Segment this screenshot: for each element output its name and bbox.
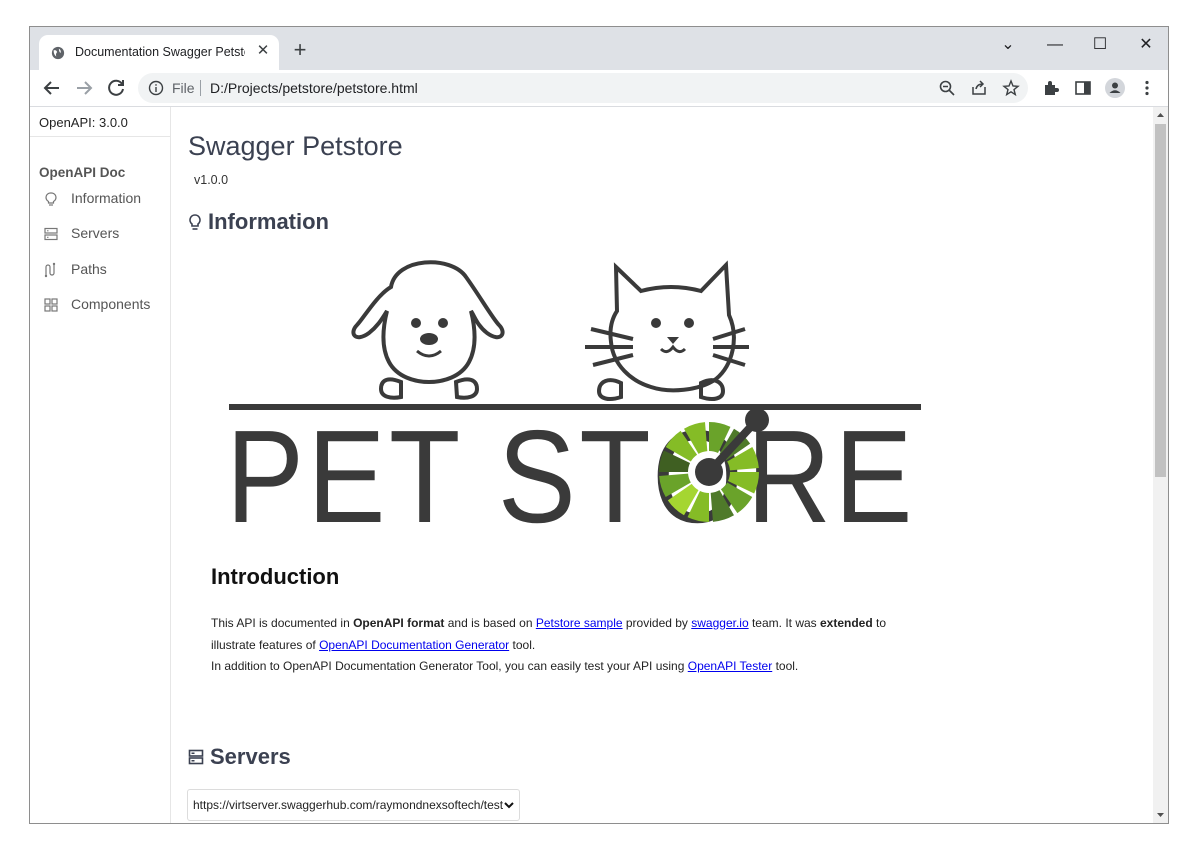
- lightbulb-icon: [45, 192, 57, 206]
- dog-illustration: [351, 260, 505, 400]
- scroll-up-icon[interactable]: [1153, 109, 1168, 121]
- browser-tab[interactable]: Documentation Swagger Petstore ✕: [39, 35, 279, 70]
- server-icon: [188, 749, 204, 765]
- url-text[interactable]: D:/Projects/petstore/petstore.html: [210, 80, 418, 96]
- share-icon[interactable]: [970, 79, 988, 97]
- lightbulb-icon: [189, 214, 201, 230]
- information-heading-text: Information: [208, 209, 329, 234]
- tab-search-button[interactable]: ⌄: [988, 31, 1028, 59]
- sidebar: OpenAPI: 3.0.0 OpenAPI Doc Information S…: [30, 107, 171, 823]
- page-title: Swagger Petstore: [188, 131, 403, 161]
- browser-window: Documentation Swagger Petstore ✕ + ⌄ — ☐…: [29, 26, 1169, 824]
- tab-close-button[interactable]: ✕: [253, 41, 273, 61]
- intro-text-3: provided by: [622, 616, 692, 630]
- servers-heading-text: Servers: [210, 744, 291, 769]
- server-icon: [44, 227, 58, 241]
- gauge-needle-tip: [745, 408, 769, 432]
- server-url: https://virtserver.swaggerhub.com/raymon…: [193, 798, 503, 812]
- intro-text-7: In addition to OpenAPI Documentation Gen…: [211, 659, 688, 673]
- browser-toolbar: File D:/Projects/petstore/petstore.html: [30, 70, 1168, 107]
- logo-text: PET STORE: [226, 403, 916, 527]
- sidebar-item-components[interactable]: Components: [30, 291, 170, 319]
- maximize-button[interactable]: ☐: [1080, 31, 1120, 59]
- new-tab-button[interactable]: +: [288, 39, 312, 63]
- information-heading: Information: [188, 209, 329, 235]
- vertical-scrollbar[interactable]: [1153, 107, 1168, 823]
- main-content: Swagger Petstore v1.0.0 Information PET …: [171, 107, 1153, 823]
- scroll-down-icon[interactable]: [1153, 809, 1168, 821]
- sidebar-heading: OpenAPI Doc: [39, 165, 126, 180]
- intro-text-6: tool.: [509, 637, 536, 652]
- globe-icon: [51, 46, 65, 60]
- openapi-tester-link[interactable]: OpenAPI Tester: [688, 659, 773, 673]
- swagger-io-link[interactable]: swagger.io: [691, 616, 748, 630]
- address-bar[interactable]: File D:/Projects/petstore/petstore.html: [138, 73, 1028, 103]
- sidebar-item-paths[interactable]: Paths: [30, 256, 170, 284]
- sidebar-item-label: Paths: [71, 261, 107, 277]
- petstore-sample-link[interactable]: Petstore sample: [536, 616, 623, 630]
- chevron-down-icon: [504, 802, 514, 809]
- servers-heading: Servers: [188, 744, 291, 770]
- petstore-logo: PET STORE: [226, 260, 921, 527]
- components-icon: [44, 298, 58, 312]
- zoom-icon[interactable]: [938, 79, 956, 97]
- tab-strip: Documentation Swagger Petstore ✕ + ⌄ — ☐…: [30, 27, 1168, 70]
- extensions-icon[interactable]: [1041, 78, 1061, 98]
- sidebar-item-label: Components: [71, 296, 151, 312]
- cat-face: [651, 318, 694, 344]
- close-window-button[interactable]: ✕: [1126, 31, 1166, 59]
- info-icon[interactable]: [148, 80, 164, 96]
- introduction-heading: Introduction: [211, 564, 340, 589]
- tab-title: Documentation Swagger Petstore: [75, 45, 245, 59]
- reload-icon[interactable]: [103, 75, 129, 101]
- paths-icon: [44, 262, 56, 278]
- dog-face: [411, 318, 448, 345]
- page-viewport: OpenAPI: 3.0.0 OpenAPI Doc Information S…: [30, 107, 1168, 823]
- scrollbar-thumb[interactable]: [1155, 124, 1166, 477]
- side-panel-icon[interactable]: [1073, 78, 1093, 98]
- sidebar-item-information[interactable]: Information: [30, 185, 170, 213]
- profile-icon[interactable]: [1105, 78, 1125, 98]
- intro-text-8: tool.: [772, 659, 799, 673]
- openapi-version: OpenAPI: 3.0.0: [39, 115, 128, 130]
- minimize-button[interactable]: —: [1035, 31, 1075, 59]
- sidebar-item-servers[interactable]: Servers: [30, 220, 170, 248]
- cat-illustration: [585, 260, 749, 401]
- api-version: v1.0.0: [194, 173, 229, 187]
- menu-icon[interactable]: [1137, 78, 1157, 98]
- intro-bold-1: OpenAPI format: [353, 616, 445, 630]
- address-divider: [200, 80, 201, 96]
- doc-generator-link[interactable]: OpenAPI Documentation Generator: [319, 638, 509, 652]
- sidebar-item-label: Information: [71, 190, 142, 206]
- intro-bold-2: extended: [820, 616, 873, 630]
- sidebar-divider: [30, 136, 170, 137]
- back-icon[interactable]: [39, 75, 65, 101]
- star-icon[interactable]: [1002, 79, 1020, 97]
- intro-text-2: and is based on: [444, 616, 536, 630]
- intro-text-4: team. It was: [748, 616, 820, 630]
- intro-text-1: This API is documented in: [211, 616, 354, 630]
- introduction-text: This API is documented in OpenAPI format…: [211, 613, 931, 678]
- sidebar-item-label: Servers: [71, 225, 120, 241]
- forward-icon[interactable]: [71, 75, 97, 101]
- scheme-label: File: [172, 80, 195, 96]
- server-select[interactable]: https://virtserver.swaggerhub.com/raymon…: [187, 789, 520, 821]
